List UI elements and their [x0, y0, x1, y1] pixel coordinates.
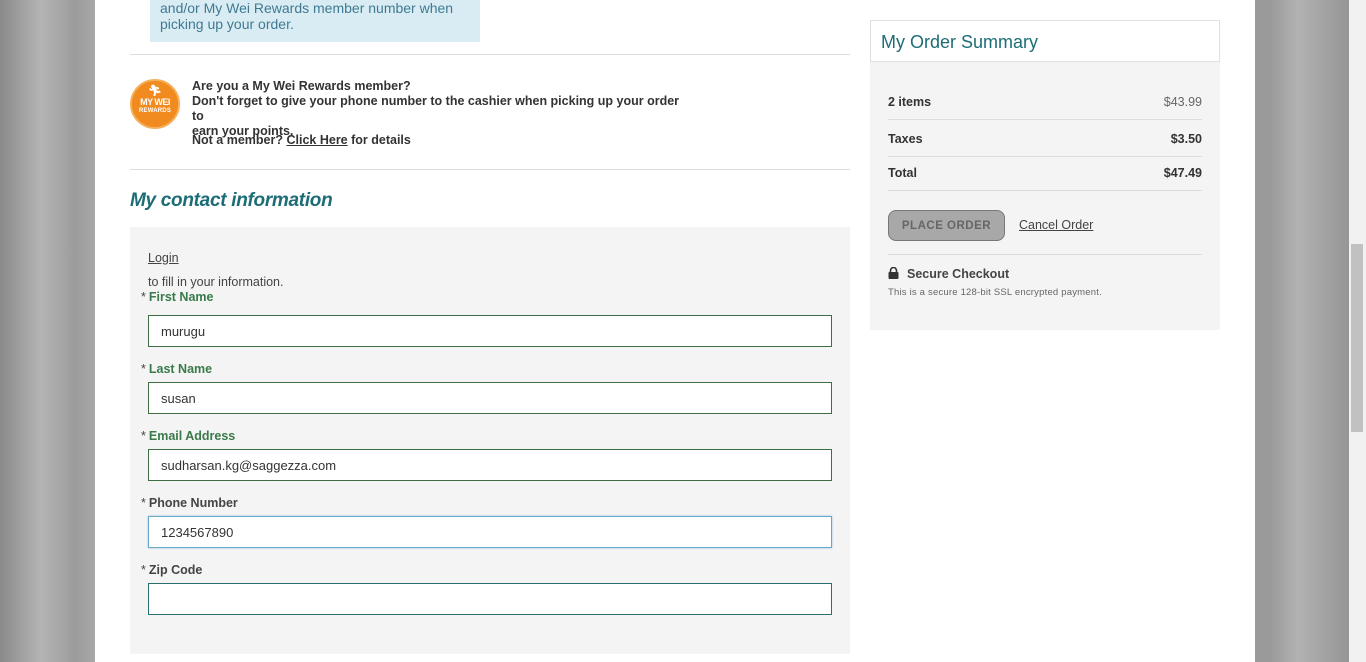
pickup-notice: and/or My Wei Rewards member number when…	[150, 0, 480, 42]
contact-section-title: My contact information	[130, 190, 333, 211]
login-link[interactable]: Login	[148, 251, 179, 265]
total-value: $47.49	[1163, 166, 1202, 180]
first-name-input[interactable]	[148, 315, 832, 347]
rewards-question: Are you a My Wei Rewards member?	[192, 79, 411, 93]
summary-divider	[888, 190, 1202, 191]
click-here-link[interactable]: Click Here	[286, 133, 347, 147]
pickup-notice-line1: and/or My Wei Rewards member number when	[160, 0, 454, 16]
required-marker: *	[141, 362, 146, 376]
summary-divider	[888, 119, 1202, 120]
total-label: Total	[888, 166, 917, 180]
contact-form: Login to fill in your information. * Firs…	[130, 227, 850, 654]
scrollbar-thumb[interactable]	[1351, 244, 1363, 432]
zip-input[interactable]	[148, 583, 832, 615]
last-name-input[interactable]	[148, 382, 832, 414]
required-marker: *	[141, 563, 146, 577]
summary-divider	[888, 254, 1202, 255]
order-summary-panel: 2 items $43.99 Taxes $3.50 Total $47.49 …	[870, 62, 1220, 330]
order-summary-title: My Order Summary	[881, 32, 1039, 52]
secure-checkout-description: This is a secure 128-bit SSL encrypted p…	[888, 287, 1102, 298]
details-suffix: for details	[351, 133, 411, 147]
required-marker: *	[141, 290, 146, 304]
email-label-text: Email Address	[148, 429, 236, 443]
email-input[interactable]	[148, 449, 832, 481]
summary-divider	[888, 156, 1202, 157]
not-member-prefix: Not a member?	[192, 133, 283, 147]
last-name-label: * Last Name	[141, 362, 212, 376]
rewards-message: Are you a My Wei Rewards member? Don't f…	[192, 79, 682, 139]
lock-icon	[888, 267, 899, 279]
taxes-label: Taxes	[888, 132, 923, 146]
taxes-value: $3.50	[1170, 132, 1202, 146]
required-marker: *	[141, 496, 146, 510]
runner-icon: 🏃︎	[148, 85, 162, 97]
pickup-notice-line2: picking up your order.	[160, 16, 294, 32]
order-summary-header: My Order Summary	[870, 20, 1220, 62]
logo-text-line2: REWARDS	[138, 108, 172, 114]
cancel-order-link[interactable]: Cancel Order	[1019, 218, 1093, 232]
first-name-label: * First Name	[141, 290, 213, 304]
logo-text-line1: MY WEI	[140, 97, 170, 107]
items-subtotal: $43.99	[1163, 95, 1202, 109]
not-member-text: Not a member? Click Here for details	[192, 133, 411, 147]
required-marker: *	[141, 429, 146, 443]
zip-label: * Zip Code	[141, 563, 202, 577]
rewards-reminder-line1: Don't forget to give your phone number t…	[192, 94, 680, 123]
checkout-page: and/or My Wei Rewards member number when…	[95, 0, 1255, 662]
phone-label: * Phone Number	[141, 496, 238, 510]
place-order-button[interactable]: PLACE ORDER	[888, 210, 1005, 241]
divider	[130, 54, 850, 55]
divider	[130, 169, 850, 170]
email-label: * Email Address	[141, 429, 235, 443]
first-name-label-text: First Name	[148, 290, 214, 304]
phone-input[interactable]	[148, 516, 832, 548]
items-count: 2 items	[888, 95, 932, 109]
page-scrollbar[interactable]	[1349, 0, 1366, 662]
zip-label-text: Zip Code	[148, 563, 203, 577]
last-name-label-text: Last Name	[148, 362, 213, 376]
login-hint: to fill in your information.	[148, 275, 284, 289]
my-wei-rewards-logo: 🏃︎ MY WEI REWARDS	[130, 79, 180, 129]
secure-checkout-title: Secure Checkout	[907, 267, 1010, 281]
phone-label-text: Phone Number	[148, 496, 238, 510]
